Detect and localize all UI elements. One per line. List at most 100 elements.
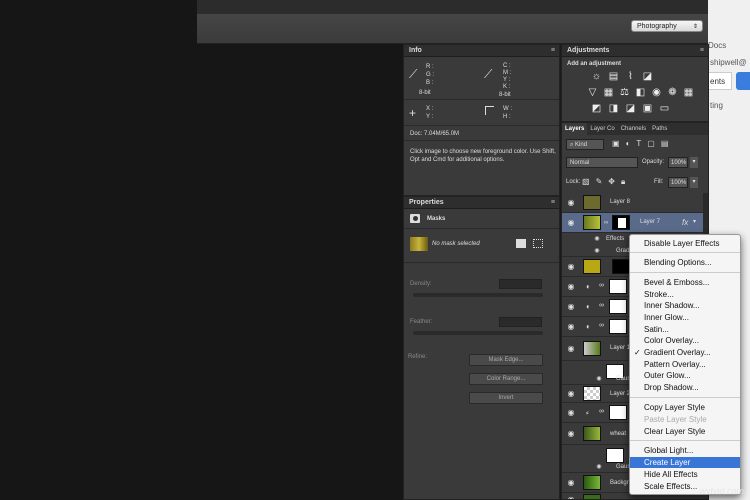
adjustment-filter-icon[interactable]: ◐ (626, 139, 631, 148)
layer-name[interactable]: Layer 1 (610, 345, 630, 351)
invert-button[interactable]: Invert (469, 392, 543, 404)
eye-icon[interactable]: ◉ (566, 262, 576, 271)
fx-icon[interactable]: fx (682, 218, 688, 227)
levels-icon[interactable]: ▤ (607, 71, 620, 82)
pixel-mask-icon[interactable] (516, 239, 526, 248)
menu-item-paste-layer-style[interactable]: Paste Layer Style (644, 414, 707, 425)
panel-menu-icon[interactable]: ≡ (700, 45, 704, 57)
tab-channels[interactable]: Channels (618, 123, 649, 135)
lock-all-icon[interactable]: 🔒︎ (621, 177, 625, 187)
brightness-icon[interactable]: ☼ (590, 71, 603, 82)
layer-row[interactable]: ◉ Layer 8 (562, 193, 707, 213)
gradient-map-icon[interactable]: ▭ (658, 103, 671, 114)
chevron-down-icon[interactable]: ▾ (693, 218, 696, 225)
exposure-icon[interactable]: ◪ (641, 71, 654, 82)
layer-name[interactable]: Layer 8 (610, 199, 630, 205)
lock-transparent-icon[interactable]: ▧ (582, 177, 590, 187)
threshold-icon[interactable]: ◪ (624, 103, 637, 114)
menu-item-inner-glow[interactable]: Inner Glow... (644, 312, 689, 323)
vector-mask-icon[interactable] (533, 239, 543, 248)
color-lookup-icon[interactable]: ▦ (682, 87, 695, 98)
lock-paint-icon[interactable]: ✎ (596, 177, 603, 187)
smart-object-filter-icon[interactable]: ▤ (661, 139, 669, 148)
color-balance-icon[interactable]: ⚖ (618, 87, 631, 98)
browser-blue-button[interactable] (736, 72, 750, 90)
shape-filter-icon[interactable]: ▢ (647, 139, 655, 148)
layer-name[interactable]: Layer 2 (610, 391, 630, 397)
panel-menu-icon[interactable]: ≡ (551, 197, 555, 209)
eye-icon[interactable]: ◉ (566, 389, 576, 398)
lock-icons: ▧ ✎ ✥ 🔒︎ (582, 177, 625, 187)
fill-field[interactable]: 100% (668, 177, 688, 188)
menu-item-clear-layer-style[interactable]: Clear Layer Style (644, 426, 705, 437)
posterize-icon[interactable]: ◨ (607, 103, 620, 114)
layer-thumbnail (583, 386, 601, 401)
workspace-select[interactable]: Photography ⇕ (631, 20, 703, 32)
filter-icons: ▣ ◐ T ▢ ▤ (612, 139, 668, 148)
menu-item-drop-shadow[interactable]: Drop Shadow... (644, 382, 699, 393)
eye-icon[interactable]: ◉ (566, 408, 576, 417)
eye-icon[interactable]: ◉ (566, 344, 576, 353)
menu-item-outer-glow[interactable]: Outer Glow... (644, 370, 691, 381)
feather-slider[interactable] (413, 331, 543, 335)
density-field[interactable] (499, 279, 542, 289)
menu-item-hide-all-effects[interactable]: Hide All Effects (644, 469, 698, 480)
tab-layer-comps[interactable]: Layer Co (587, 123, 617, 135)
lock-move-icon[interactable]: ✥ (608, 177, 615, 187)
menu-item-global-light[interactable]: Global Light... (644, 445, 693, 456)
eye-icon[interactable]: ◉ (566, 218, 576, 227)
fill-dropdown-icon[interactable]: ▾ (690, 177, 698, 188)
menu-item-disable-layer-effects[interactable]: Disable Layer Effects (644, 238, 719, 249)
color-range-button[interactable]: Color Range... (469, 373, 543, 385)
selective-color-icon[interactable]: ▣ (641, 103, 654, 114)
pixel-filter-icon[interactable]: ▣ (612, 139, 620, 148)
density-slider[interactable] (413, 293, 543, 297)
menu-item-inner-shadow[interactable]: Inner Shadow... (644, 300, 700, 311)
channel-mixer-icon[interactable]: ❁ (666, 87, 679, 98)
opacity-field[interactable]: 100% (668, 157, 688, 168)
feather-field[interactable] (499, 317, 542, 327)
type-filter-icon[interactable]: T (636, 139, 641, 148)
eye-icon[interactable]: ◉ (566, 198, 576, 207)
properties-title: Properties ≡ (404, 197, 559, 209)
curves-icon[interactable]: ⌇ (624, 71, 637, 82)
tab-paths[interactable]: Paths (649, 123, 670, 135)
menu-item-bevel-emboss[interactable]: Bevel & Emboss... (644, 277, 709, 288)
panel-menu-icon[interactable]: ≡ (551, 45, 555, 57)
menu-item-satin[interactable]: Satin... (644, 324, 669, 335)
hue-saturation-icon[interactable]: ▦ (602, 87, 615, 98)
document-canvas[interactable] (0, 0, 403, 500)
layer-name[interactable]: Backgr (610, 480, 629, 486)
opacity-dropdown-icon[interactable]: ▾ (690, 157, 698, 168)
link-icon[interactable]: ∞ (604, 220, 608, 226)
blend-mode-select[interactable]: Normal (566, 157, 638, 168)
menu-item-color-overlay[interactable]: Color Overlay... (644, 335, 699, 346)
invert-icon[interactable]: ◩ (590, 103, 603, 114)
menu-item-pattern-overlay[interactable]: Pattern Overlay... (644, 359, 706, 370)
photo-filter-icon[interactable]: ◉ (650, 87, 663, 98)
eye-icon[interactable]: ◉ (594, 463, 604, 470)
mask-edge-button[interactable]: Mask Edge... (469, 354, 543, 366)
eye-icon[interactable]: ◉ (592, 235, 602, 242)
vibrance-icon[interactable]: ▽ (586, 87, 599, 98)
menu-item-create-layer[interactable]: Create Layer (630, 457, 740, 468)
layer-row-selected[interactable]: ◉ ∞ Layer 7 fx ▾ (562, 213, 707, 233)
menu-item-stroke[interactable]: Stroke... (644, 289, 674, 300)
menu-item-gradient-overlay[interactable]: Gradient Overlay... (644, 347, 711, 358)
eye-icon[interactable]: ◉ (592, 247, 602, 254)
eye-icon[interactable]: ◉ (566, 429, 576, 438)
eye-icon[interactable]: ◉ (566, 322, 576, 331)
eye-icon[interactable]: ◉ (566, 495, 576, 499)
menu-item-copy-layer-style[interactable]: Copy Layer Style (644, 402, 705, 413)
eye-icon[interactable]: ◉ (566, 478, 576, 487)
layer-name[interactable]: wheat (610, 431, 626, 437)
eye-icon[interactable]: ◉ (566, 282, 576, 291)
menu-item-scale-effects[interactable]: Scale Effects... (644, 481, 697, 492)
black-white-icon[interactable]: ◧ (634, 87, 647, 98)
tab-layers[interactable]: Layers (562, 123, 588, 135)
eye-icon[interactable]: ◉ (594, 375, 604, 382)
layer-name[interactable]: Layer 7 (640, 219, 660, 225)
filter-kind-select[interactable]: ⌕ Kind (566, 139, 604, 150)
eye-icon[interactable]: ◉ (566, 302, 576, 311)
menu-item-blending-options[interactable]: Blending Options... (644, 257, 712, 268)
